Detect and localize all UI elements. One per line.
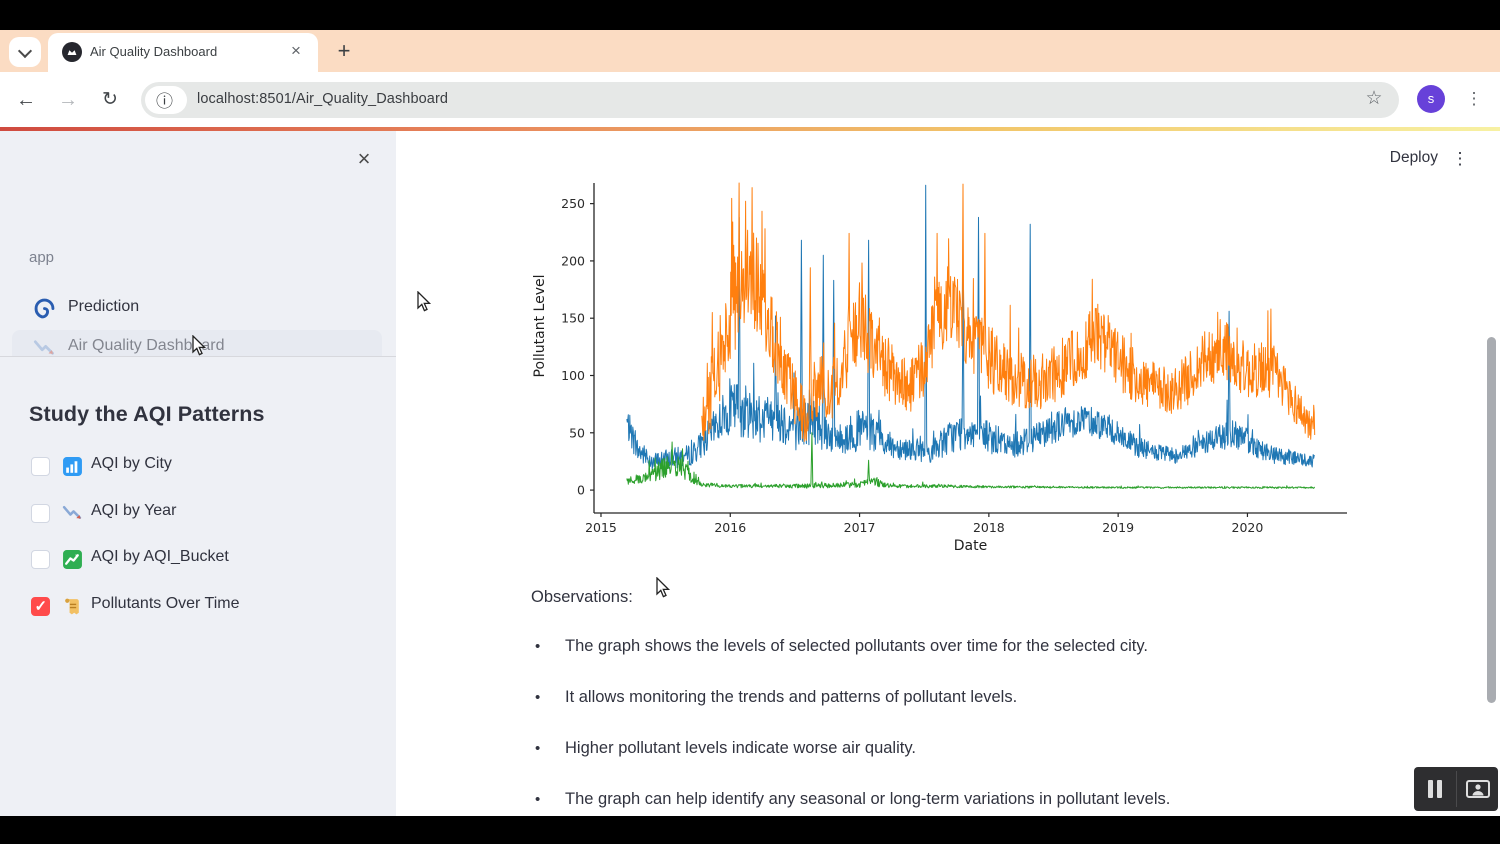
- svg-text:250: 250: [561, 196, 585, 211]
- svg-text:2019: 2019: [1102, 520, 1134, 535]
- recording-overlay: [1414, 767, 1498, 811]
- sidebar-heading: Study the AQI Patterns: [29, 402, 265, 427]
- letterbox-top: [0, 0, 1500, 30]
- url-text: localhost:8501/Air_Quality_Dashboard: [197, 91, 448, 107]
- observations-title: Observations:: [531, 588, 633, 607]
- divider: [1456, 771, 1457, 807]
- sidebar-item-label: Air Quality Dashboard: [68, 337, 225, 355]
- chart-increasing-icon: [62, 549, 83, 570]
- svg-text:2018: 2018: [973, 520, 1005, 535]
- letterbox-bottom: [0, 816, 1500, 844]
- scroll-icon: [62, 596, 83, 617]
- browser-menu-button[interactable]: ⋮: [1462, 85, 1486, 113]
- checkbox-row-aqi-by-city[interactable]: AQI by City: [29, 454, 359, 480]
- checkbox[interactable]: [31, 550, 50, 569]
- observations-list: •The graph shows the levels of selected …: [531, 636, 1351, 816]
- checkbox[interactable]: [31, 457, 50, 476]
- sidebar-nav-clip: Air Quality Dashboard: [0, 328, 396, 356]
- forward-button[interactable]: →: [54, 86, 82, 114]
- checkbox-row-pollutants-over-time[interactable]: Pollutants Over Time: [29, 594, 359, 620]
- back-button[interactable]: ←: [12, 86, 40, 114]
- checkbox[interactable]: [31, 504, 50, 523]
- observation-bullet: •The graph shows the levels of selected …: [531, 636, 1351, 657]
- observation-bullet: •It allows monitoring the trends and pat…: [531, 687, 1351, 708]
- chart-decreasing-icon: [33, 336, 56, 356]
- observation-bullet: •The graph can help identify any seasona…: [531, 789, 1351, 810]
- bookmark-star-button[interactable]: ☆: [1360, 85, 1388, 113]
- streamlit-favicon-icon: [62, 42, 82, 62]
- sidebar-item-label: Prediction: [68, 298, 139, 316]
- bar-chart-icon: [62, 456, 83, 477]
- checkbox-row-aqi-by-year[interactable]: AQI by Year: [29, 501, 359, 527]
- new-tab-button[interactable]: +: [331, 38, 357, 64]
- webcam-toggle-button[interactable]: [1466, 780, 1490, 798]
- address-bar[interactable]: ⓘ localhost:8501/Air_Quality_Dashboard: [141, 82, 1399, 118]
- svg-text:2015: 2015: [585, 520, 617, 535]
- svg-text:50: 50: [569, 425, 585, 440]
- svg-text:2020: 2020: [1232, 520, 1264, 535]
- deploy-button[interactable]: Deploy: [1390, 149, 1438, 167]
- checkbox-label[interactable]: AQI by AQI_Bucket: [91, 548, 229, 566]
- sidebar-section-label: app: [29, 249, 54, 266]
- sidebar-item-prediction[interactable]: Prediction: [12, 291, 382, 327]
- svg-text:150: 150: [561, 311, 585, 326]
- browser-tab[interactable]: Air Quality Dashboard ×: [48, 33, 318, 72]
- checkbox-row-aqi-by-aqi-bucket[interactable]: AQI by AQI_Bucket: [29, 547, 359, 573]
- sidebar-divider: [0, 356, 396, 357]
- cyclone-icon: [33, 297, 56, 320]
- tab-search-button[interactable]: [9, 37, 41, 67]
- browser-toolbar: ← → ↻ ⓘ localhost:8501/Air_Quality_Dashb…: [0, 72, 1500, 127]
- svg-text:2016: 2016: [714, 520, 746, 535]
- profile-avatar[interactable]: s: [1417, 85, 1445, 113]
- checkbox-label[interactable]: AQI by Year: [91, 502, 176, 520]
- checkbox-label[interactable]: AQI by City: [91, 455, 172, 473]
- svg-text:0: 0: [577, 483, 585, 498]
- svg-text:Date: Date: [954, 538, 987, 554]
- observation-bullet: •Higher pollutant levels indicate worse …: [531, 738, 1351, 759]
- sidebar-close-button[interactable]: ×: [350, 145, 378, 173]
- svg-text:Pollutant Level: Pollutant Level: [532, 275, 548, 378]
- checkbox-label[interactable]: Pollutants Over Time: [91, 595, 240, 613]
- site-info-icon: ⓘ: [156, 87, 173, 112]
- pollutants-over-time-chart: 2015 2016 2017 2018 2019 2020 0 50 100 150 200 250 D…: [530, 176, 1360, 561]
- tab-close-button[interactable]: ×: [286, 41, 306, 61]
- svg-text:100: 100: [561, 368, 585, 383]
- sidebar-item-air-quality-dashboard[interactable]: Air Quality Dashboard: [12, 330, 382, 356]
- sidebar: × app Prediction Air Quality Dashboard S…: [0, 131, 396, 816]
- pause-button[interactable]: [1426, 779, 1444, 799]
- main-content: Deploy ⋮ 2015 2016 2017 2018 2019 2020 0 50 100 1…: [396, 131, 1500, 816]
- chevron-down-icon: [18, 44, 32, 58]
- svg-text:200: 200: [561, 253, 585, 268]
- tab-title: Air Quality Dashboard: [90, 44, 217, 59]
- svg-text:2017: 2017: [844, 520, 876, 535]
- browser-tab-strip: Air Quality Dashboard × + – ✕: [0, 30, 1500, 72]
- checkbox[interactable]: [31, 597, 50, 616]
- chart-decreasing-icon: [62, 503, 83, 524]
- page-scrollbar[interactable]: [1487, 337, 1496, 703]
- app-menu-button[interactable]: ⋮: [1448, 146, 1472, 172]
- screen: Air Quality Dashboard × + – ✕ ← → ↻ ⓘ lo…: [0, 0, 1500, 844]
- reload-button[interactable]: ↻: [96, 86, 124, 114]
